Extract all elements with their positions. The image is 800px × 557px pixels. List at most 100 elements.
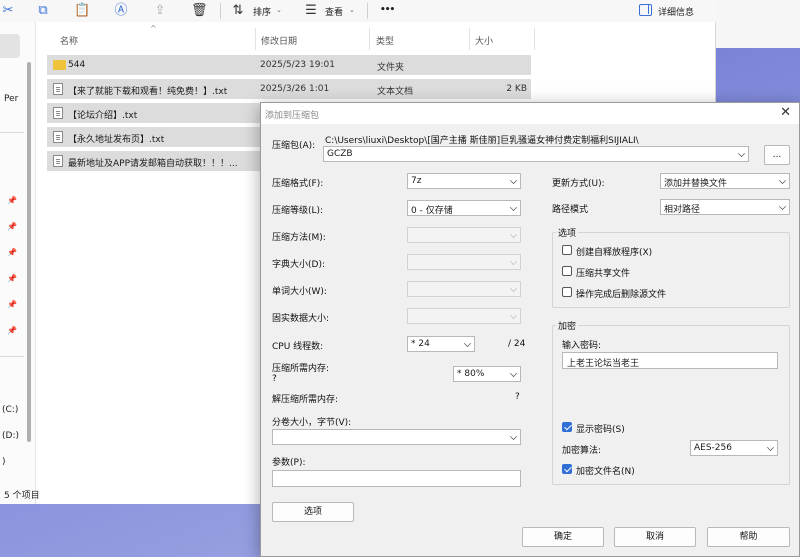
format-label: 压缩格式(F): [272, 179, 324, 189]
text-file-icon [53, 107, 63, 119]
archive-name-combo[interactable]: GCZB [323, 146, 749, 162]
level-select[interactable]: 0 - 仅存储 [407, 200, 521, 216]
explorer-toolbar: ✂ ⧉ 📋 Ⓐ ⇪ 🗑 ⇅ 排序 ⌄ ☰ 查看 ⌄ ••• [0, 0, 716, 22]
column-divider[interactable] [534, 28, 535, 50]
file-row[interactable]: 【来了就能下载和观看！纯免费！】.txt 2025/3/26 1:01 文本文档… [47, 79, 531, 99]
chevron-down-icon[interactable] [510, 433, 517, 440]
encryption-method-label: 加密算法: [562, 446, 602, 456]
chevron-down-icon[interactable] [510, 204, 517, 211]
column-header-name[interactable]: 名称 [60, 34, 78, 47]
delete-after-checkbox[interactable] [562, 287, 572, 297]
view-button[interactable]: 查看 [325, 5, 343, 18]
cancel-button[interactable]: 取消 [614, 527, 696, 547]
chevron-down-icon[interactable] [510, 177, 517, 184]
chevron-down-icon[interactable] [464, 340, 471, 347]
file-row[interactable]: 【论坛介绍】.txt [47, 103, 260, 123]
help-button[interactable]: 帮助 [707, 527, 790, 547]
decompress-memory-label: 解压缩所需内存: [272, 395, 339, 405]
view-chevron-icon[interactable]: ⌄ [349, 6, 355, 14]
column-divider[interactable] [469, 28, 470, 50]
encrypt-names-checkbox[interactable] [562, 464, 572, 474]
sort-icon[interactable]: ⇅ [230, 3, 246, 19]
column-header-size[interactable]: 大小 [475, 34, 493, 47]
rename-icon[interactable]: Ⓐ [113, 3, 129, 19]
sfx-checkbox[interactable] [562, 245, 572, 255]
method-label: 压缩方法(M): [272, 233, 326, 243]
file-name: 最新地址及APP请发邮箱自动获取！！！... [68, 159, 238, 169]
show-password-label[interactable]: 显示密码(S) [576, 422, 625, 435]
options-button[interactable]: 选项 [272, 502, 354, 522]
ok-button[interactable]: 确定 [522, 527, 604, 547]
delete-icon[interactable]: 🗑 [191, 3, 208, 19]
close-icon[interactable]: ✕ [780, 105, 791, 120]
method-select[interactable] [407, 227, 521, 243]
share-icon[interactable]: ⇪ [152, 3, 168, 19]
shared-files-label[interactable]: 压缩共享文件 [576, 266, 630, 279]
solid-size-select[interactable] [407, 308, 521, 324]
path-mode-label: 路径模式 [552, 205, 589, 215]
nav-divider [0, 132, 24, 133]
nav-item-user[interactable]: Per [4, 94, 18, 104]
shared-files-checkbox[interactable] [562, 266, 572, 276]
file-row[interactable]: 544 2025/5/23 19:01 文件夹 [47, 55, 531, 75]
memory-usage-percent: * 80% [457, 369, 485, 379]
cpu-threads-value: * 24 [411, 339, 430, 349]
chevron-down-icon[interactable] [767, 444, 774, 451]
parameters-input[interactable] [272, 470, 521, 487]
navigation-pane: Per 📌 📌 📌 📌 📌 📌 (C:) (D:) ) [0, 22, 36, 504]
status-item-count: 5 个项目 [4, 491, 40, 501]
nav-scrollbar[interactable] [27, 62, 31, 442]
nav-selected-item[interactable] [0, 34, 20, 58]
password-input[interactable]: 上老王论坛当老王 [562, 352, 778, 369]
sort-caret-icon: ^ [150, 24, 157, 33]
options-group-title: 选项 [556, 226, 579, 239]
browse-button[interactable]: ... [764, 145, 790, 165]
parameters-label: 参数(P): [272, 458, 306, 468]
level-value: 0 - 仅存储 [411, 206, 453, 216]
cut-icon[interactable]: ✂ [0, 3, 16, 19]
decompress-memory-value: ? [515, 392, 520, 402]
update-mode-select[interactable]: 添加并替换文件 [660, 173, 790, 189]
copy-icon[interactable]: ⧉ [35, 3, 51, 19]
nav-item-drive-c[interactable]: (C:) [2, 405, 18, 415]
details-pane-icon[interactable] [639, 4, 652, 16]
nav-item-drive-other[interactable]: ) [2, 457, 6, 467]
encryption-method-select[interactable]: AES-256 [690, 440, 778, 456]
file-row[interactable]: 【永久地址发布页】.txt [47, 127, 260, 147]
path-mode-select[interactable]: 相对路径 [660, 199, 790, 215]
show-password-checkbox[interactable] [562, 422, 572, 432]
word-size-select[interactable] [407, 281, 521, 297]
memory-usage-select[interactable]: * 80% [453, 366, 521, 382]
password-value: 上老王论坛当老王 [567, 359, 640, 369]
chevron-down-icon[interactable] [510, 370, 517, 377]
column-divider[interactable] [255, 28, 256, 50]
archive-label: 压缩包(A): [272, 141, 316, 151]
delete-after-label[interactable]: 操作完成后删除源文件 [576, 287, 666, 300]
update-mode-label: 更新方式(U): [552, 179, 605, 189]
chevron-down-icon[interactable] [779, 203, 786, 210]
path-mode-value: 相对路径 [664, 205, 701, 215]
paste-icon[interactable]: 📋 [74, 3, 90, 19]
sort-button[interactable]: 排序 [253, 5, 271, 18]
cpu-threads-label: CPU 线程数: [272, 342, 324, 352]
encryption-method-value: AES-256 [694, 443, 732, 453]
dict-size-select[interactable] [407, 254, 521, 270]
sort-chevron-icon[interactable]: ⌄ [276, 6, 282, 14]
nav-divider [0, 356, 24, 357]
nav-item-drive-d[interactable]: (D:) [2, 431, 19, 441]
chevron-down-icon[interactable] [779, 177, 786, 184]
split-volume-combo[interactable] [272, 429, 521, 445]
chevron-down-icon[interactable] [738, 150, 745, 157]
view-icon[interactable]: ☰ [303, 3, 319, 19]
details-pane-button[interactable]: 详细信息 [658, 5, 694, 18]
column-divider[interactable] [369, 28, 370, 50]
column-header-modified[interactable]: 修改日期 [261, 34, 297, 47]
more-options-button[interactable]: ••• [380, 5, 395, 15]
format-select[interactable]: 7z [407, 173, 521, 189]
column-header-type[interactable]: 类型 [376, 34, 394, 47]
file-row[interactable]: 最新地址及APP请发邮箱自动获取！！！... [47, 151, 260, 171]
sfx-label[interactable]: 创建自释放程序(X) [576, 245, 652, 258]
cpu-threads-select[interactable]: * 24 [407, 336, 475, 352]
encrypt-names-label[interactable]: 加密文件名(N) [576, 464, 635, 477]
text-file-icon [53, 83, 63, 95]
